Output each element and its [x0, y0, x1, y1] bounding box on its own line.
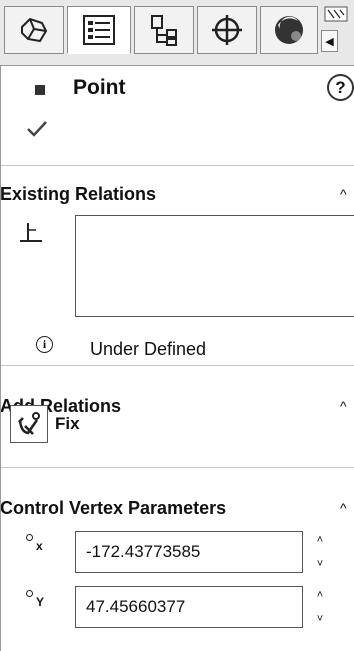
y-coordinate-field[interactable]: 47.45660377 [75, 586, 303, 628]
y-coordinate-icon: Y [26, 590, 56, 612]
configuration-manager-icon [151, 15, 177, 46]
tab-dimxpert-manager[interactable] [197, 6, 257, 54]
chevron-down-icon[interactable]: ˅ [317, 555, 323, 573]
scroll-left-button[interactable]: ◀ [321, 30, 338, 52]
tab-display-manager[interactable] [260, 6, 318, 54]
control-vertex-title[interactable]: Control Vertex Parameters [0, 496, 226, 520]
property-header [0, 66, 354, 166]
collapse-control-vertex-icon[interactable]: ^ [340, 498, 347, 518]
existing-relations-list[interactable] [75, 215, 354, 317]
point-marker-icon [26, 534, 33, 541]
fix-label[interactable]: Fix [55, 413, 80, 435]
ok-button[interactable] [26, 120, 48, 138]
y-coordinate-stepper[interactable]: ˄ ˅ [308, 586, 332, 628]
tab-feature-manager[interactable] [4, 6, 64, 54]
tab-scroll-controls: ◀ [320, 6, 354, 54]
y-axis-label: Y [36, 595, 45, 609]
display-manager-icon [275, 16, 303, 44]
definition-status: Under Defined [90, 339, 207, 359]
point-icon [35, 85, 45, 95]
chevron-up-icon[interactable]: ˄ [317, 531, 323, 549]
expand-panel-icon[interactable] [324, 6, 348, 22]
property-manager-icon [83, 15, 115, 45]
x-coordinate-field[interactable]: -172.43773585 [75, 531, 303, 573]
chevron-up-icon[interactable]: ˄ [317, 586, 323, 604]
page-title: Point [73, 76, 126, 99]
property-manager-tabbar: ◀ [0, 0, 354, 66]
existing-relations-title[interactable]: Existing Relations [0, 182, 156, 206]
info-icon: i [36, 336, 53, 353]
collapse-add-relations-icon[interactable]: ^ [340, 396, 347, 416]
x-coordinate-icon: x [26, 534, 56, 556]
tab-property-manager[interactable] [67, 6, 131, 54]
chevron-left-icon: ◀ [325, 35, 334, 48]
x-coordinate-stepper[interactable]: ˄ ˅ [308, 531, 332, 573]
x-axis-label: x [36, 539, 43, 553]
collapse-existing-relations-icon[interactable]: ^ [340, 184, 347, 204]
fixed-relation-icon [20, 223, 42, 242]
dimxpert-icon [212, 15, 242, 45]
anchor-icon [18, 412, 40, 435]
fix-relation-button[interactable] [10, 405, 48, 443]
chevron-down-icon[interactable]: ˅ [317, 610, 323, 628]
tab-configuration-manager[interactable] [134, 6, 194, 54]
help-button[interactable]: ? [327, 74, 354, 101]
panel-left-border [0, 66, 1, 651]
point-marker-icon [26, 590, 33, 597]
part-features-icon [21, 17, 48, 43]
